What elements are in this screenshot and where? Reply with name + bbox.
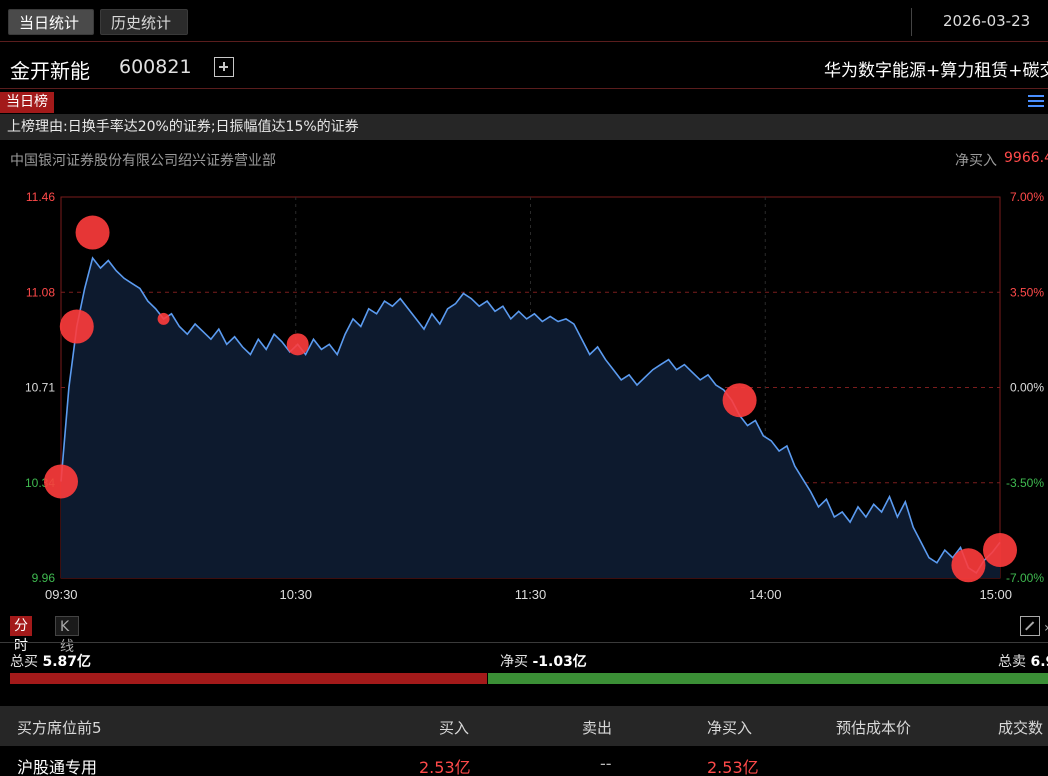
top-bar: 当日统计 历史统计 2026-03-23 <box>0 0 1048 42</box>
price-area <box>61 258 1000 578</box>
total-buy: 总买 5.87亿 <box>10 654 91 670</box>
trade-marker <box>722 383 757 418</box>
total-buy-value: 5.87亿 <box>42 654 91 670</box>
stock-header: 金开新能 600821 华为数字能源+算力租赁+碳交易 <box>0 43 1048 89</box>
y-tick-label-left: 11.08 <box>26 285 55 299</box>
buyer-table-header: 买方席位前5 买入 卖出 净买入 预估成本价 成交数 <box>0 706 1048 746</box>
mode-intraday[interactable]: 分时 <box>10 616 32 654</box>
net-amount: 2.53亿 <box>707 758 759 776</box>
y-tick-label-right: 3.50% <box>1010 285 1044 299</box>
buy-amount: 2.53亿 <box>419 758 471 776</box>
trade-marker <box>157 312 170 325</box>
y-tick-label-left: 9.96 <box>32 571 56 585</box>
sell-ratio-bar <box>488 673 1048 684</box>
y-tick-label-right: -7.00% <box>1006 571 1044 585</box>
table-row[interactable]: 沪股通专用 2.53亿 -- 2.53亿 <box>0 746 1048 776</box>
x-tick-label: 10:30 <box>279 587 312 602</box>
total-sell: 总卖 6.90亿 <box>998 651 1048 671</box>
intraday-chart[interactable]: 11.46 7.00%11.08 3.50%10.71 0.00%10.34 -3.50… <box>0 180 1048 610</box>
concept-tags[interactable]: 华为数字能源+算力租赁+碳交易 <box>824 56 1048 81</box>
y-tick-label-left: 11.46 <box>26 190 55 204</box>
add-watchlist-icon[interactable] <box>214 57 234 77</box>
divider <box>911 8 912 36</box>
stock-code: 600821 <box>119 56 192 78</box>
date-picker[interactable]: 2026-03-23 <box>943 12 1030 30</box>
seat-name[interactable]: 沪股通专用 <box>17 754 97 776</box>
mode-kline[interactable]: K线 <box>55 616 79 655</box>
buy-ratio-bar <box>10 673 487 684</box>
trade-marker <box>951 548 986 583</box>
trade-marker <box>75 215 110 250</box>
y-tick-label-right: -3.50% <box>1006 476 1044 490</box>
x-tick-label: 11:30 <box>515 587 547 602</box>
col-volume[interactable]: 成交数 <box>998 717 1043 738</box>
section-title: 当日榜 <box>0 92 54 113</box>
net-buy-value: 9966.4 <box>1004 150 1048 166</box>
expand-icon[interactable] <box>1020 616 1040 636</box>
trade-marker <box>59 309 94 344</box>
total-sell-value: 6.90亿 <box>1030 654 1048 670</box>
trade-marker <box>286 333 309 356</box>
listing-reason: 上榜理由:日换手率达20%的证券;日振幅值达15%的证券 <box>0 114 1048 140</box>
stock-name[interactable]: 金开新能 <box>10 55 90 84</box>
x-tick-label: 09:30 <box>45 587 78 602</box>
col-sell[interactable]: 卖出 <box>582 717 612 738</box>
sell-amount: -- <box>600 754 612 773</box>
y-tick-label-left: 10.71 <box>25 381 55 395</box>
x-tick-label: 14:00 <box>749 587 782 602</box>
x-tick-label: 15:00 <box>979 587 1012 602</box>
col-buy[interactable]: 买入 <box>439 717 469 738</box>
y-tick-label-right: 7.00% <box>1010 190 1044 204</box>
broker-name[interactable]: 中国银河证券股份有限公司绍兴证券营业部 <box>10 150 276 170</box>
col-est-cost[interactable]: 预估成本价 <box>836 717 911 738</box>
col-buyer-seat: 买方席位前5 <box>17 719 102 737</box>
y-tick-label-right: 0.00% <box>1010 381 1044 395</box>
trade-marker <box>44 464 78 499</box>
list-icon[interactable] <box>1028 94 1044 108</box>
total-net: 净买 -1.03亿 <box>500 654 587 670</box>
section-header: 当日榜 <box>0 90 1048 114</box>
tab-history-stats[interactable]: 历史统计 <box>100 9 188 35</box>
tab-today-stats[interactable]: 当日统计 <box>8 9 94 35</box>
col-net-buy[interactable]: 净买入 <box>707 717 752 738</box>
totals-summary: 总买 5.87亿 净买 -1.03亿 总卖 6.90亿 <box>0 642 1048 702</box>
total-net-value: -1.03亿 <box>532 654 587 670</box>
more-icon[interactable]: › <box>1044 620 1048 636</box>
trade-marker <box>983 533 1017 568</box>
net-buy-label: 净买入 <box>955 153 997 169</box>
